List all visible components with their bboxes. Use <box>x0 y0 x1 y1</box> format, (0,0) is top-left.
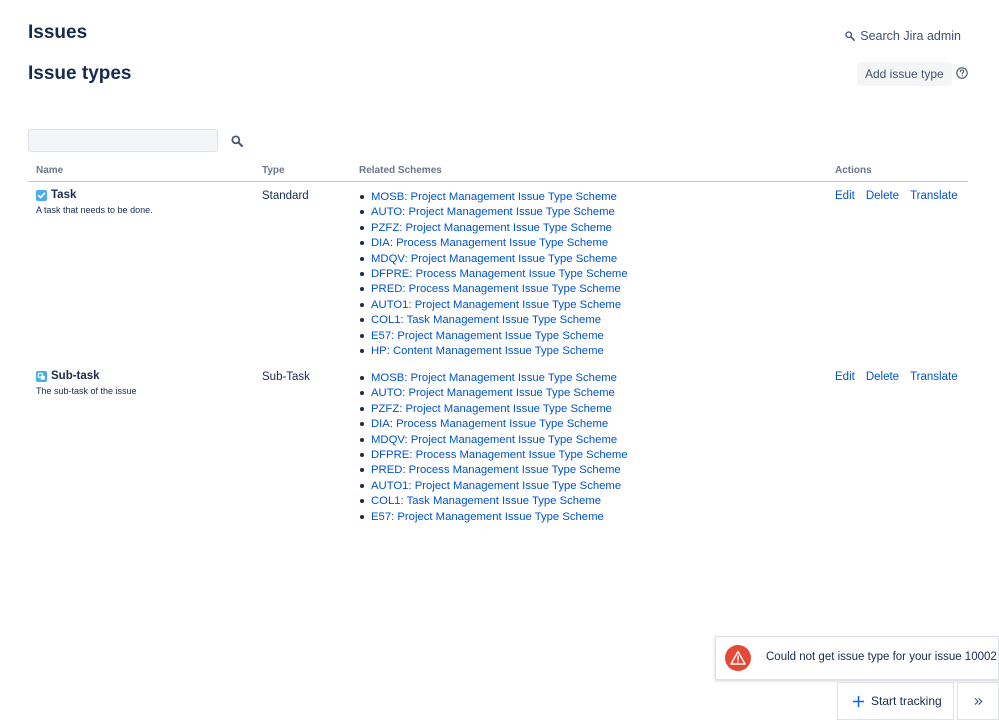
edit-link[interactable]: Edit <box>835 190 855 202</box>
column-header-name: Name <box>36 165 64 176</box>
scheme-link[interactable]: DIA: Process Management Issue Type Schem… <box>359 418 628 433</box>
header-divider <box>28 181 968 182</box>
related-schemes-list: MOSB: Project Management Issue Type Sche… <box>359 372 628 526</box>
search-jira-admin-link[interactable]: Search Jira admin <box>845 29 961 43</box>
filter-input[interactable] <box>28 129 218 152</box>
issue-name-cell: Sub-task The sub-task of the issue <box>36 370 137 396</box>
double-chevron-right-icon <box>974 697 982 705</box>
delete-link[interactable]: Delete <box>866 190 899 202</box>
filter-search-icon[interactable] <box>231 135 243 147</box>
scheme-link[interactable]: PRED: Process Management Issue Type Sche… <box>359 283 628 298</box>
scheme-link[interactable]: MDQV: Project Management Issue Type Sche… <box>359 253 628 268</box>
start-tracking-label: Start tracking <box>871 694 942 708</box>
row-actions: Edit Delete Translate <box>835 190 958 202</box>
scheme-link[interactable]: MOSB: Project Management Issue Type Sche… <box>359 372 628 387</box>
scheme-link[interactable]: DIA: Process Management Issue Type Schem… <box>359 237 628 252</box>
scheme-link[interactable]: COL1: Task Management Issue Type Scheme <box>359 495 628 510</box>
scheme-link[interactable]: AUTO: Project Management Issue Type Sche… <box>359 206 628 221</box>
issue-type-description: The sub-task of the issue <box>36 386 137 396</box>
scheme-link[interactable]: DFPRE: Process Management Issue Type Sch… <box>359 449 628 464</box>
column-header-related-schemes: Related Schemes <box>359 165 442 176</box>
delete-link[interactable]: Delete <box>866 371 899 383</box>
issue-type-kind: Standard <box>262 190 309 202</box>
scheme-link[interactable]: PZFZ: Project Management Issue Type Sche… <box>359 222 628 237</box>
issue-type-name: Task <box>51 189 77 201</box>
issue-type-description: A task that needs to be done. <box>36 205 153 215</box>
error-toast: Could not get issue type for your issue … <box>715 636 999 680</box>
toast-message: Could not get issue type for your issue … <box>766 651 997 663</box>
start-tracking-button[interactable]: Start tracking <box>837 682 954 720</box>
translate-link[interactable]: Translate <box>910 190 958 202</box>
translate-link[interactable]: Translate <box>910 371 958 383</box>
issue-type-kind: Sub-Task <box>262 371 310 383</box>
scheme-link[interactable]: COL1: Task Management Issue Type Scheme <box>359 314 628 329</box>
scheme-link[interactable]: AUTO1: Project Management Issue Type Sch… <box>359 480 628 495</box>
scheme-link[interactable]: E57: Project Management Issue Type Schem… <box>359 330 628 345</box>
subtask-icon <box>36 370 47 382</box>
row-actions: Edit Delete Translate <box>835 371 958 383</box>
help-icon[interactable] <box>956 67 968 79</box>
scheme-link[interactable]: HP: Content Management Issue Type Scheme <box>359 345 628 360</box>
plus-icon <box>852 695 865 707</box>
page-header: Issues <box>28 22 88 43</box>
section-title: Issue types <box>28 63 132 84</box>
scheme-link[interactable]: PZFZ: Project Management Issue Type Sche… <box>359 403 628 418</box>
scheme-link[interactable]: MDQV: Project Management Issue Type Sche… <box>359 434 628 449</box>
expand-panel-button[interactable] <box>957 682 999 720</box>
warning-icon <box>725 645 751 671</box>
issue-name-cell: Task A task that needs to be done. <box>36 189 153 215</box>
scheme-link[interactable]: AUTO: Project Management Issue Type Sche… <box>359 387 628 402</box>
scheme-link[interactable]: AUTO1: Project Management Issue Type Sch… <box>359 299 628 314</box>
related-schemes-list: MOSB: Project Management Issue Type Sche… <box>359 191 628 360</box>
scheme-link[interactable]: DFPRE: Process Management Issue Type Sch… <box>359 268 628 283</box>
search-jira-admin-label: Search Jira admin <box>860 29 961 43</box>
search-icon <box>845 31 856 41</box>
column-header-type: Type <box>262 165 285 176</box>
add-issue-type-button[interactable]: Add issue type <box>857 62 952 86</box>
issue-type-name: Sub-task <box>51 370 100 382</box>
edit-link[interactable]: Edit <box>835 371 855 383</box>
scheme-link[interactable]: E57: Project Management Issue Type Schem… <box>359 511 628 526</box>
checkbox-task-icon <box>36 189 47 201</box>
scheme-link[interactable]: MOSB: Project Management Issue Type Sche… <box>359 191 628 206</box>
column-header-actions: Actions <box>835 165 872 176</box>
scheme-link[interactable]: PRED: Process Management Issue Type Sche… <box>359 464 628 479</box>
